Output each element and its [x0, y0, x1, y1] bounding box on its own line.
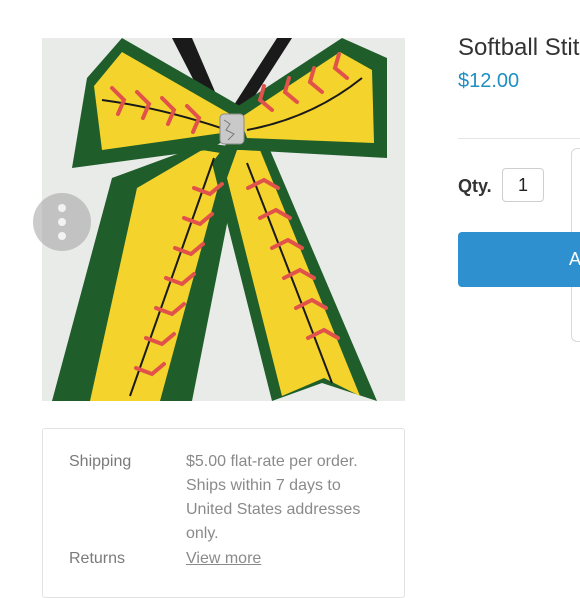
- add-to-cart-label: A: [569, 249, 580, 269]
- view-more-link[interactable]: View more: [186, 547, 261, 571]
- shipping-info-box: Shipping $5.00 flat-rate per order. Ship…: [42, 428, 405, 598]
- shipping-label: Shipping: [69, 453, 132, 470]
- returns-label: Returns: [69, 550, 126, 567]
- divider: [458, 138, 580, 139]
- qty-label: Qty.: [458, 176, 492, 196]
- more-options-button[interactable]: [33, 193, 91, 251]
- more-vertical-icon-dot: [58, 232, 66, 240]
- add-to-cart-button[interactable]: A: [458, 232, 580, 287]
- product-image[interactable]: [42, 38, 405, 401]
- product-title: Softball Stit: [458, 34, 580, 61]
- more-vertical-icon-dot: [58, 218, 66, 226]
- more-vertical-icon: [58, 204, 66, 212]
- softball-bow-graphic: [42, 38, 405, 401]
- quantity-input[interactable]: [502, 168, 544, 202]
- product-price: $12.00: [458, 70, 520, 92]
- shipping-value: $5.00 flat-rate per order. Ships within …: [186, 453, 361, 542]
